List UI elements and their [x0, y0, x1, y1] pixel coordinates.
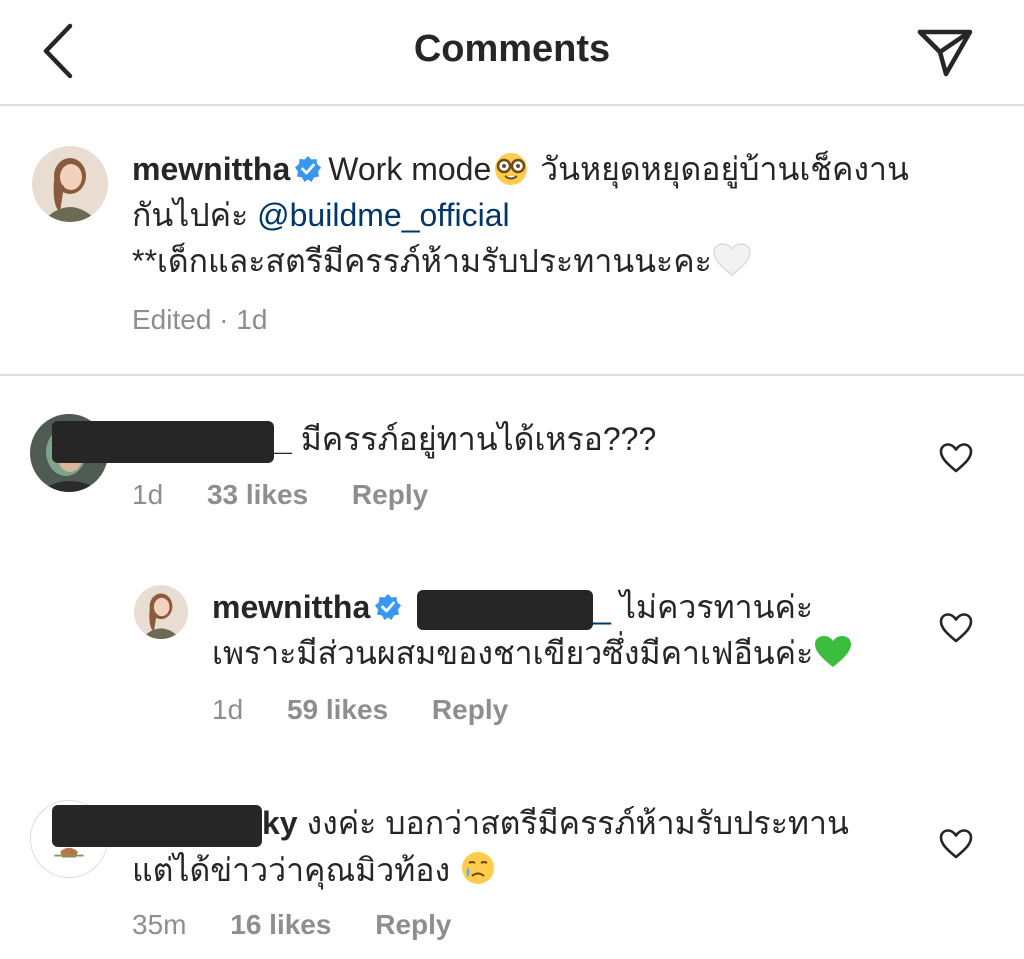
caption-meta: Edited · 1d	[132, 304, 268, 335]
comment-time: 1d	[212, 694, 244, 725]
caption-line3: **เด็กและสตรีมีครรภ์ห้ามรับประทานนะคะ	[132, 243, 712, 279]
caption-line2: กันไปค่ะ	[132, 197, 258, 233]
comment-meta: 1d 59 likes Reply	[212, 694, 544, 726]
avatar[interactable]	[32, 146, 108, 222]
green-heart-emoji-icon	[815, 636, 852, 667]
send-paper-plane-icon[interactable]	[912, 22, 976, 82]
caption-mention-link[interactable]: @buildme_official	[257, 197, 509, 233]
white-heart-emoji-icon	[713, 243, 751, 276]
comment-body-line1: งงค่ะ บอกว่าสตรีมีครรภ์ห้ามรับประทาน	[297, 805, 849, 841]
reply-button[interactable]: Reply	[352, 479, 428, 510]
comment-meta: 35m 16 likes Reply	[132, 909, 487, 941]
caption-line1-rest: วันหยุดหยุดอยู่บ้านเช็คงาน	[531, 151, 909, 187]
comment-likes[interactable]: 33 likes	[207, 479, 308, 510]
redacted-mention	[417, 589, 594, 630]
page-title: Comments	[413, 28, 611, 70]
header-bar: Comments	[0, 0, 1024, 106]
caption-line1: Work mode	[328, 151, 492, 187]
like-heart-icon[interactable]	[939, 828, 973, 860]
reply-button[interactable]: Reply	[432, 694, 508, 725]
avatar[interactable]	[134, 585, 188, 639]
like-heart-icon[interactable]	[939, 442, 973, 474]
comment-body-line1: ไม่ควรทานค่ะ	[610, 589, 814, 625]
like-heart-icon[interactable]	[939, 612, 973, 644]
nerd-face-emoji-icon	[495, 153, 528, 185]
crying-face-emoji-icon	[462, 851, 495, 884]
redacted-username	[52, 420, 274, 463]
comment-username-suffix[interactable]: _	[274, 421, 292, 457]
comment-likes[interactable]: 59 likes	[287, 694, 388, 725]
comment-text: ky งงค่ะ บอกว่าสตรีมีครรภ์ห้ามรับประทาน …	[52, 800, 912, 893]
comment-text: _ มีครรภ์อยู่ทานได้เหรอ???	[52, 416, 912, 463]
redacted-username	[52, 804, 262, 847]
comment-likes[interactable]: 16 likes	[230, 909, 331, 940]
post-caption: mewnittha Work mode วันหยุดหยุดอยู่บ้านเช…	[0, 106, 1024, 376]
comment-text: mewnittha _ ไม่ควรทานค่ะ เพราะมีส่วนผสมข…	[212, 584, 932, 676]
comment-body-line2: เพราะมีส่วนผสมของชาเขียวซึ่งมีคาเฟอีนค่ะ	[212, 635, 814, 671]
caption-username[interactable]: mewnittha	[132, 151, 290, 187]
verified-badge-icon	[375, 594, 402, 620]
profile-photo-icon	[134, 585, 188, 639]
comment-mention-suffix[interactable]: _	[593, 589, 611, 625]
comment-username[interactable]: mewnittha	[212, 589, 370, 625]
comment-body-line2: แต่ได้ข่าวว่าคุณมิวท้อง	[132, 851, 460, 888]
comment-body: มีครรภ์อยู่ทานได้เหรอ???	[291, 421, 657, 457]
verified-badge-icon	[295, 156, 322, 182]
caption-text: mewnittha Work mode วันหยุดหยุดอยู่บ้านเช…	[132, 146, 992, 284]
comment-meta: 1d 33 likes Reply	[132, 479, 464, 511]
profile-photo-icon	[32, 146, 108, 222]
reply-button[interactable]: Reply	[375, 909, 451, 940]
comment-username-suffix[interactable]: ky	[262, 805, 298, 841]
comment-time: 35m	[132, 909, 187, 940]
comment-time: 1d	[132, 479, 164, 510]
